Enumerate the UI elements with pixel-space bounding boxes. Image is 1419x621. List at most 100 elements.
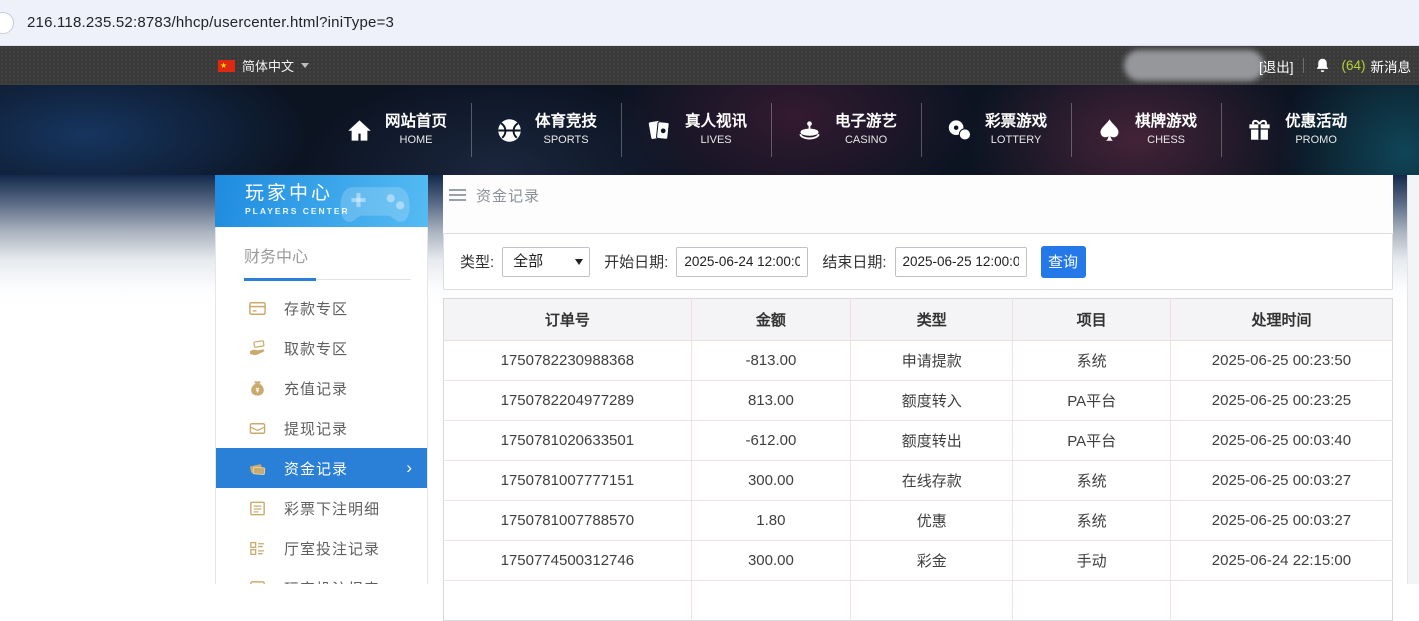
sidebar-item-withdrawal-record[interactable]: 提现记录 — [216, 408, 427, 448]
nav-item-promo[interactable]: 优惠活动 PROMO — [1222, 103, 1371, 157]
nav-item-sports[interactable]: 体育竞技 SPORTS — [472, 103, 622, 157]
cell-amount: 813.00 — [691, 381, 850, 421]
sidebar-item-deposit[interactable]: 存款专区 — [216, 288, 427, 328]
recharge-record-icon — [248, 379, 267, 398]
hall-bets-icon — [248, 539, 267, 558]
page-scrollbar[interactable] — [1407, 175, 1419, 584]
browser-address-bar[interactable]: 216.118.235.52:8783/hhcp/usercenter.html… — [0, 0, 1419, 46]
gift-icon — [1246, 117, 1273, 144]
cell-type: 在线存款 — [851, 461, 1013, 501]
hamburger-icon[interactable] — [449, 189, 466, 201]
funds-record-table: 订单号 金额 类型 项目 处理时间 1750782230988368 -813.… — [443, 298, 1393, 621]
nav-label-en: LIVES — [685, 133, 747, 147]
username-redacted — [1124, 50, 1264, 81]
chevron-right-icon: › — [406, 459, 412, 476]
breadcrumb: 资金记录 — [443, 175, 1393, 215]
table-row: 1750781020633501 -612.00 额度转出 PA平台 2025-… — [444, 421, 1393, 461]
message-count: (64) — [1341, 58, 1365, 73]
divider — [1303, 58, 1304, 73]
gamepad-icon — [336, 181, 414, 225]
main-nav: 网站首页 HOME 体育竞技 SPORTS 真人视讯 LIVES 电子游艺 — [322, 85, 1371, 175]
cell-amount: -813.00 — [691, 341, 850, 381]
cell-amount: 1.80 — [691, 501, 850, 541]
language-selector[interactable]: ★ 简体中文 — [218, 46, 309, 85]
cell-time: 2025-06-25 00:23:25 — [1170, 381, 1392, 421]
cell-amount: 300.00 — [691, 461, 850, 501]
cell-order-id: 1750781020633501 — [444, 421, 692, 461]
nav-item-lottery[interactable]: 彩票游戏 LOTTERY — [922, 103, 1072, 157]
cell-project: 手动 — [1013, 541, 1171, 581]
withdrawal-record-icon — [248, 419, 267, 438]
cards-icon — [646, 117, 673, 144]
nav-label-zh: 真人视讯 — [685, 112, 747, 133]
cell-time: 2025-06-25 00:03:27 — [1170, 501, 1392, 541]
cell-amount: -612.00 — [691, 421, 850, 461]
nav-item-chess[interactable]: 棋牌游戏 CHESS — [1072, 103, 1222, 157]
column-header-amount: 金额 — [691, 299, 850, 341]
nav-label-zh: 体育竞技 — [535, 112, 597, 133]
cell-type: 额度转出 — [851, 421, 1013, 461]
section-divider — [244, 279, 411, 280]
cell-order-id: 1750781007788570 — [444, 501, 692, 541]
sidebar-item-player-report[interactable]: 玩家投注报表 — [216, 568, 427, 584]
table-row: 1750781007788570 1.80 优惠 系统 2025-06-25 0… — [444, 501, 1393, 541]
sidebar-item-hall-bets[interactable]: 厅室投注记录 — [216, 528, 427, 568]
funds-record-icon — [248, 459, 267, 478]
query-button[interactable]: 查询 — [1041, 246, 1086, 278]
column-header-time: 处理时间 — [1170, 299, 1392, 341]
sidebar-header: 玩家中心 PLAYERS CENTER — [215, 175, 428, 227]
roulette-icon — [796, 117, 823, 144]
cell-time: 2025-06-24 22:15:00 — [1170, 541, 1392, 581]
site-info-icon[interactable] — [0, 12, 14, 34]
type-select[interactable]: 全部 — [502, 247, 590, 277]
china-flag-icon: ★ — [218, 60, 235, 72]
nav-label-zh: 电子游艺 — [835, 112, 897, 133]
sidebar-item-recharge-record[interactable]: 充值记录 — [216, 368, 427, 408]
sidebar-item-label: 彩票下注明细 — [284, 498, 380, 519]
sidebar-item-label: 存款专区 — [284, 298, 348, 319]
logout-button[interactable]: [退出] — [1259, 56, 1294, 76]
nav-item-home[interactable]: 网站首页 HOME — [322, 103, 472, 157]
cell-order-id: 1750781007777151 — [444, 461, 692, 501]
table-row: 1750782204977289 813.00 额度转入 PA平台 2025-0… — [444, 381, 1393, 421]
nav-label-zh: 棋牌游戏 — [1135, 112, 1197, 133]
top-utility-bar: ★ 简体中文 [退出] (64) 新消息 — [0, 46, 1419, 85]
main-content: 资金记录 类型: 全部 开始日期: 结束日期: 查询 订单号 金额 类型 项目 … — [443, 175, 1393, 584]
sidebar-item-label: 厅室投注记录 — [284, 538, 380, 559]
cell-time: 2025-06-25 00:03:40 — [1170, 421, 1392, 461]
end-date-label: 结束日期: — [822, 251, 886, 272]
lottery-balls-icon — [946, 117, 973, 144]
new-messages-link[interactable]: (64) 新消息 — [1341, 56, 1411, 76]
cell-project: 系统 — [1013, 461, 1171, 501]
cell-time: 2025-06-25 00:23:50 — [1170, 341, 1392, 381]
cell-time: 2025-06-25 00:03:27 — [1170, 461, 1392, 501]
bell-icon[interactable] — [1314, 57, 1331, 74]
basketball-icon — [496, 117, 523, 144]
column-header-type: 类型 — [851, 299, 1013, 341]
cell-project: PA平台 — [1013, 381, 1171, 421]
player-center-sidebar: 玩家中心 PLAYERS CENTER 财务中心 存款专区 取款专区 — [215, 175, 428, 584]
sidebar-item-funds-record[interactable]: 资金记录 › — [216, 448, 427, 488]
table-row: 1750781007777151 300.00 在线存款 系统 2025-06-… — [444, 461, 1393, 501]
nav-label-zh: 网站首页 — [385, 112, 447, 133]
start-date-label: 开始日期: — [604, 251, 668, 272]
chevron-down-icon — [301, 63, 309, 68]
nav-label-en: LOTTERY — [985, 133, 1047, 147]
url-text[interactable]: 216.118.235.52:8783/hhcp/usercenter.html… — [27, 14, 394, 31]
start-date-input[interactable] — [676, 247, 808, 277]
sidebar-item-withdraw[interactable]: 取款专区 — [216, 328, 427, 368]
nav-label-en: CASINO — [835, 133, 897, 147]
table-header-row: 订单号 金额 类型 项目 处理时间 — [444, 299, 1393, 341]
nav-label-en: SPORTS — [535, 133, 597, 147]
nav-label-zh: 优惠活动 — [1285, 112, 1347, 133]
nav-item-casino[interactable]: 电子游艺 CASINO — [772, 103, 922, 157]
nav-label-en: HOME — [385, 133, 447, 147]
type-label: 类型: — [460, 251, 494, 272]
end-date-input[interactable] — [895, 247, 1027, 277]
nav-item-lives[interactable]: 真人视讯 LIVES — [622, 103, 772, 157]
sidebar-item-label: 玩家投注报表 — [284, 578, 380, 585]
cell-order-id: 1750782230988368 — [444, 341, 692, 381]
player-report-icon — [248, 579, 267, 585]
section-divider-accent — [244, 278, 316, 281]
sidebar-item-lottery-bets[interactable]: 彩票下注明细 — [216, 488, 427, 528]
